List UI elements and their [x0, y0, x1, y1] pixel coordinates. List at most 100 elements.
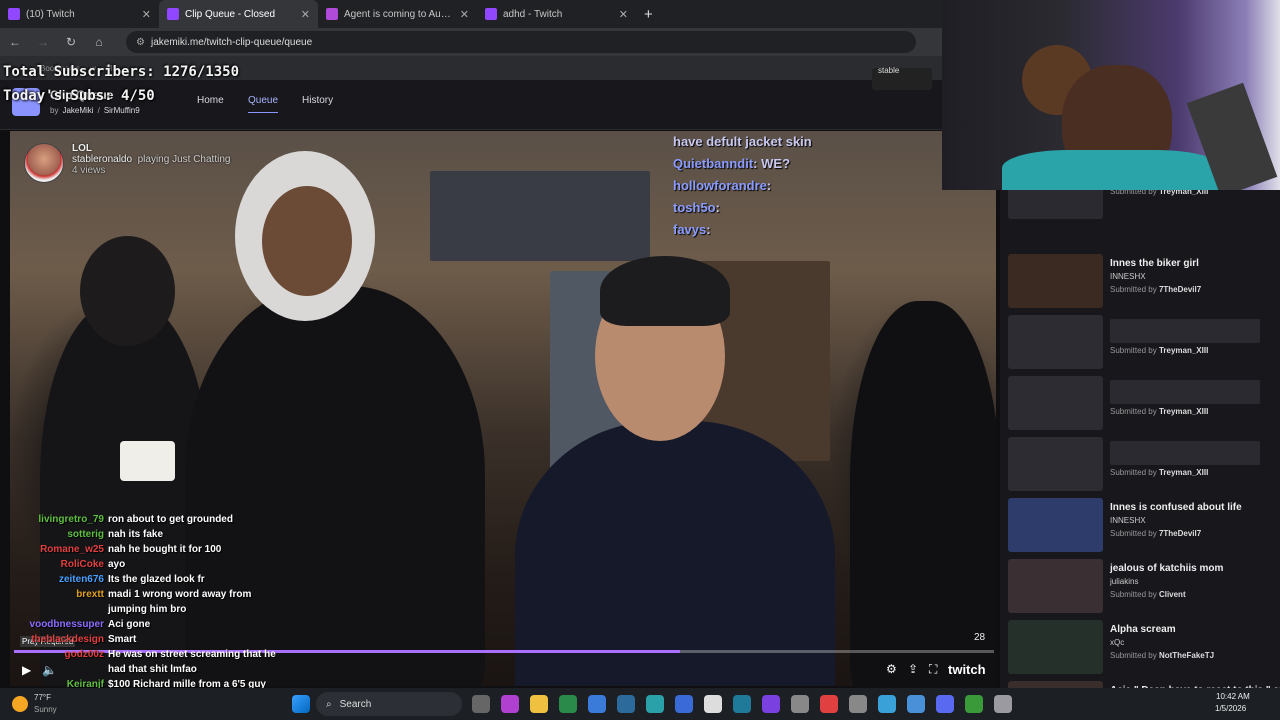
- search-icon: ⌕: [326, 698, 332, 710]
- clip-channel[interactable]: juliakins: [1110, 577, 1138, 586]
- taskbar-app-icon[interactable]: [646, 695, 664, 713]
- weather-desc[interactable]: Sunny: [34, 705, 57, 714]
- submitter-name: NotTheFakeTJ: [1158, 651, 1215, 660]
- submitter-name: Treyman_XIII: [1158, 190, 1209, 196]
- sun-icon: [12, 696, 28, 712]
- start-icon[interactable]: [292, 695, 310, 713]
- close-icon[interactable]: ✕: [619, 8, 628, 21]
- submitted-prefix: Submitted by: [1110, 346, 1157, 355]
- tab-clip-queue[interactable]: Clip Queue - Closed ✕: [159, 0, 318, 28]
- site-info-icon[interactable]: ⚙: [136, 37, 145, 48]
- taskbar-app-icon[interactable]: [501, 695, 519, 713]
- divider: /: [97, 106, 100, 115]
- taskbar-app-icon[interactable]: [559, 695, 577, 713]
- clip-thumbnail[interactable]: [1008, 620, 1103, 674]
- taskbar-app-icon[interactable]: [762, 695, 780, 713]
- back-icon[interactable]: ←: [8, 35, 22, 49]
- taskbar-app-icon[interactable]: [878, 695, 896, 713]
- clip-channel[interactable]: xQc: [1110, 638, 1124, 647]
- queue-item[interactable]: Submitted by Treyman_XIII: [1008, 376, 1270, 434]
- reload-icon[interactable]: ↻: [64, 35, 78, 49]
- submitter-name: Treyman_XIII: [1158, 346, 1209, 355]
- nav-home[interactable]: Home: [197, 95, 224, 106]
- clock-time[interactable]: 10:42 AM: [1216, 692, 1250, 701]
- home-icon[interactable]: ⌂: [92, 35, 106, 49]
- clip-thumbnail[interactable]: [1008, 376, 1103, 430]
- clip-thumbnail[interactable]: [1008, 315, 1103, 369]
- tab-title: Clip Queue - Closed: [185, 8, 276, 20]
- fullscreen-icon[interactable]: ⛶: [929, 662, 937, 677]
- queue-item[interactable]: Submitted by Treyman_XIII: [1008, 315, 1270, 373]
- clip-thumbnail[interactable]: [1008, 681, 1103, 688]
- chat-username[interactable]: brextt: [18, 587, 104, 617]
- weather-temp[interactable]: 77°F: [34, 693, 51, 702]
- chat-message: nah he bought it for 100: [108, 544, 222, 555]
- nav-queue[interactable]: Queue: [248, 95, 279, 113]
- clip-channel[interactable]: stableronaldo: [72, 154, 132, 165]
- taskbar-app-icon[interactable]: [936, 695, 954, 713]
- queue-item[interactable]: Submitted by Treyman_XIII: [1008, 190, 1270, 223]
- forward-icon[interactable]: →: [36, 35, 50, 49]
- clip-thumbnail[interactable]: [1008, 437, 1103, 491]
- chat-message: ron about to get grounded: [108, 514, 233, 525]
- taskbar-app-icon[interactable]: [675, 695, 693, 713]
- submitted-prefix: Submitted by: [1110, 529, 1157, 538]
- close-icon[interactable]: ✕: [301, 8, 310, 21]
- clip-thumbnail[interactable]: [1008, 498, 1103, 552]
- close-icon[interactable]: ✕: [460, 8, 469, 21]
- chat-line: Romane_w25 nah he bought it for 100: [18, 542, 288, 557]
- taskbar-app-icon[interactable]: [849, 695, 867, 713]
- author-link[interactable]: JakeMiki: [62, 106, 93, 115]
- clip-thumbnail[interactable]: [1008, 190, 1103, 219]
- queue-item[interactable]: Acie " Dean have to react to this " and …: [1008, 681, 1280, 688]
- clip-thumbnail[interactable]: [1008, 559, 1103, 613]
- clip-channel[interactable]: INNESHX: [1110, 516, 1146, 525]
- chat-username[interactable]: RoliCoke: [18, 557, 104, 572]
- clip-title: Innes is confused about life: [1110, 502, 1242, 513]
- address-bar[interactable]: ⚙ jakemiki.me/twitch-clip-queue/queue: [126, 31, 916, 53]
- submitted-by: Submitted by NotTheFakeTJ: [1110, 651, 1214, 660]
- tab-adhd[interactable]: adhd - Twitch ✕: [477, 0, 636, 28]
- settings-icon[interactable]: ⚙: [886, 662, 897, 676]
- chat-username[interactable]: zeiten676: [18, 572, 104, 587]
- twitch-logo: twitch: [948, 662, 986, 677]
- new-tab-button[interactable]: +: [644, 6, 653, 23]
- clock-date[interactable]: 1/5/2026: [1215, 704, 1246, 713]
- taskbar-app-icon[interactable]: [965, 695, 983, 713]
- chat-username[interactable]: theblackdesign: [18, 632, 104, 647]
- taskbar-app-icon[interactable]: [907, 695, 925, 713]
- share-icon[interactable]: ⇪: [908, 662, 918, 676]
- url-text: jakemiki.me/twitch-clip-queue/queue: [150, 36, 313, 48]
- queue-item[interactable]: jealous of katchiis mom juliakins Submitte…: [1008, 559, 1270, 617]
- taskbar-app-icon[interactable]: [994, 695, 1012, 713]
- clip-channel[interactable]: INNESHX: [1110, 272, 1146, 281]
- clip-thumbnail[interactable]: [1008, 254, 1103, 308]
- taskbar-app-icon[interactable]: [588, 695, 606, 713]
- author-link[interactable]: SirMuffin9: [104, 106, 140, 115]
- address-row: ← → ↻ ⌂ ⚙ jakemiki.me/twitch-clip-queue/…: [0, 28, 942, 56]
- queue-item[interactable]: Alpha scream xQc Submitted by NotTheFakeTJ: [1008, 620, 1270, 678]
- chat-username[interactable]: livingretro_79: [18, 512, 104, 527]
- nav-history[interactable]: History: [302, 95, 333, 106]
- chat-username[interactable]: Romane_w25: [18, 542, 104, 557]
- chat-username[interactable]: sotterig: [18, 527, 104, 542]
- close-icon[interactable]: ✕: [142, 8, 151, 21]
- tab-agent[interactable]: Agent is coming to Austin for o ✕: [318, 0, 477, 28]
- chat-username[interactable]: voodbnessuper: [18, 617, 104, 632]
- submitted-prefix: Submitted by: [1110, 651, 1157, 660]
- taskbar-app-icon[interactable]: [472, 695, 490, 713]
- taskbar-app-icon[interactable]: [704, 695, 722, 713]
- queue-item[interactable]: Submitted by Treyman_XIII: [1008, 437, 1270, 495]
- taskbar-search[interactable]: ⌕ Search: [316, 692, 462, 716]
- tab-twitch[interactable]: (10) Twitch ✕: [0, 0, 159, 28]
- taskbar-app-icon[interactable]: [617, 695, 635, 713]
- taskbar-app-icon[interactable]: [530, 695, 548, 713]
- coffee-cup: [120, 441, 175, 481]
- chat-username[interactable]: godz00z: [18, 647, 104, 677]
- queue-item[interactable]: Innes is confused about life INNESHX Submi…: [1008, 498, 1270, 556]
- taskbar-app-icon[interactable]: [791, 695, 809, 713]
- taskbar-app-icon[interactable]: [733, 695, 751, 713]
- taskbar-app-icon[interactable]: [820, 695, 838, 713]
- queue-item[interactable]: Innes the biker girl INNESHX Submitted by …: [1008, 254, 1270, 312]
- chat-user: Quietbanndit: [673, 156, 754, 171]
